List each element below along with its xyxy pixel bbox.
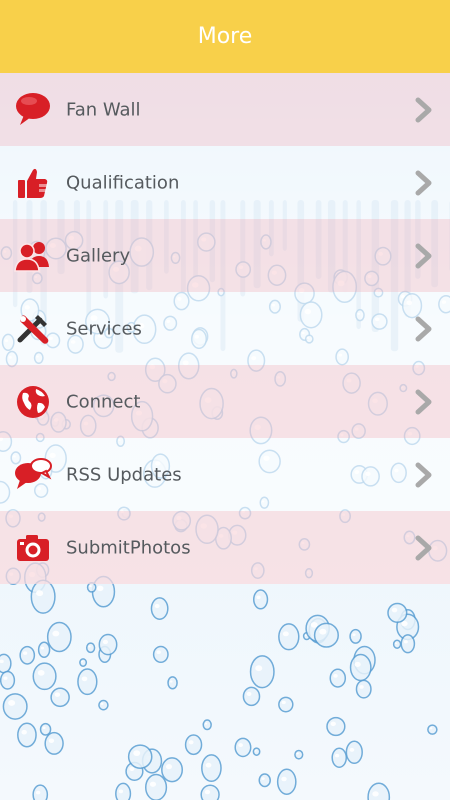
menu-item-label: Connect <box>66 391 141 412</box>
globe-icon <box>14 383 52 421</box>
chevron-right-icon <box>414 462 434 488</box>
menu-item-label: Qualification <box>66 172 180 193</box>
chevron-right-icon <box>414 316 434 342</box>
chevron-right-icon <box>414 535 434 561</box>
menu-item-qualification[interactable]: Qualification <box>0 146 450 219</box>
menu-item-rss-updates[interactable]: RSS Updates <box>0 438 450 511</box>
menu-item-label: SubmitPhotos <box>66 537 191 558</box>
tools-icon <box>14 310 52 348</box>
app-header: More <box>0 0 450 73</box>
chevron-right-icon <box>414 243 434 269</box>
camera-icon <box>14 529 52 567</box>
menu-item-submit-photos[interactable]: SubmitPhotos <box>0 511 450 584</box>
menu-item-label: Fan Wall <box>66 99 141 120</box>
menu-item-connect[interactable]: Connect <box>0 365 450 438</box>
chat-bubbles-icon <box>14 456 52 494</box>
thumbs-up-icon <box>14 164 52 202</box>
menu-item-label: RSS Updates <box>66 464 182 485</box>
page-title: More <box>197 24 253 49</box>
menu-item-services[interactable]: Services <box>0 292 450 365</box>
chevron-right-icon <box>414 170 434 196</box>
users-icon <box>14 237 52 275</box>
menu-item-gallery[interactable]: Gallery <box>0 219 450 292</box>
menu-item-fan-wall[interactable]: Fan Wall <box>0 73 450 146</box>
chevron-right-icon <box>414 389 434 415</box>
speech-bubble-icon <box>14 91 52 129</box>
menu-item-label: Gallery <box>66 245 131 266</box>
chevron-right-icon <box>414 97 434 123</box>
menu-item-label: Services <box>66 318 142 339</box>
